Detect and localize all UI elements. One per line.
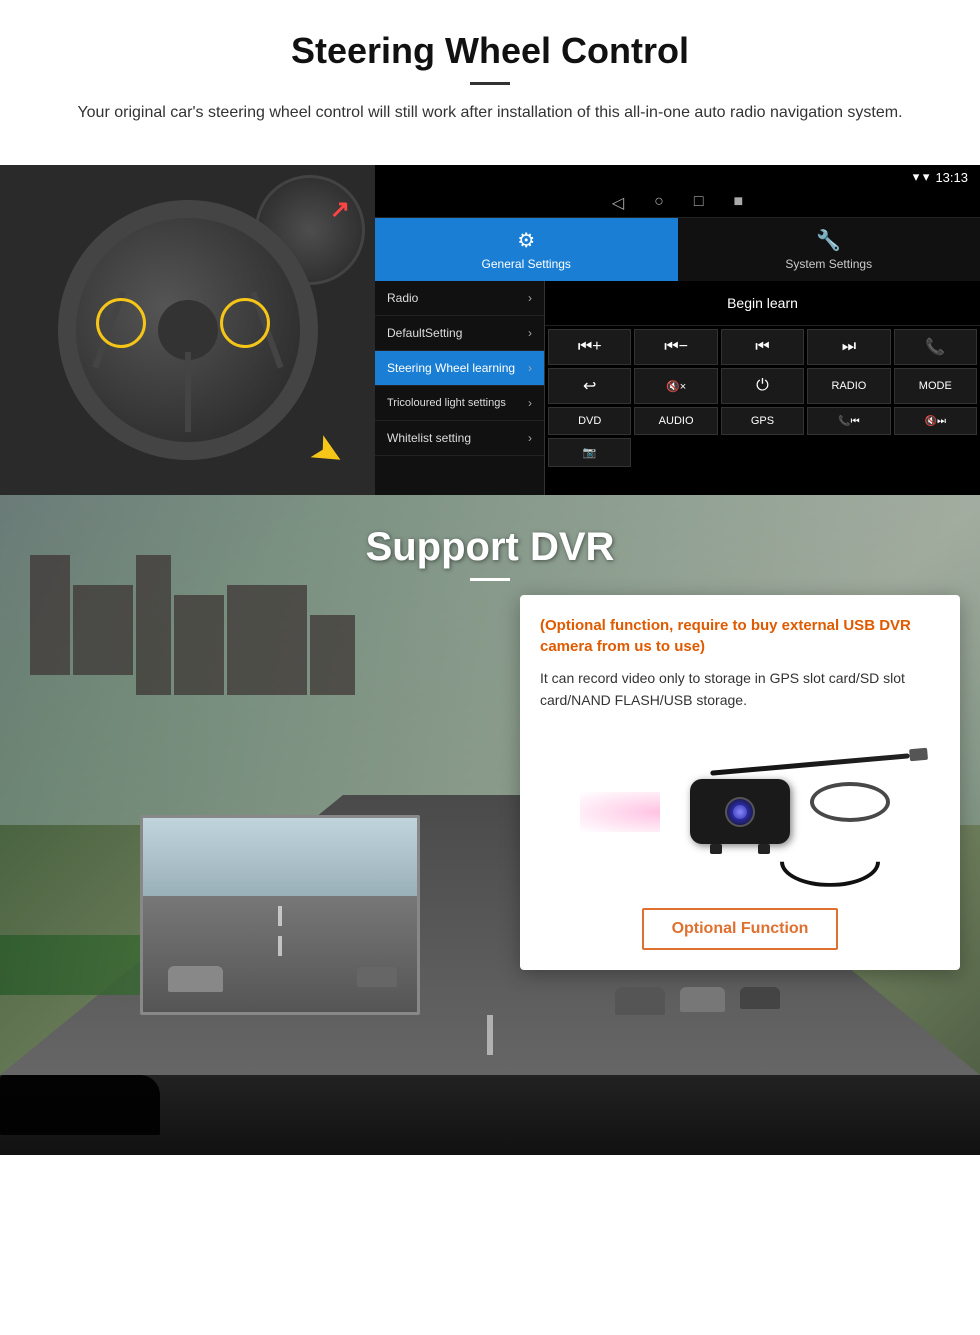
dvr-camera-visual	[580, 732, 900, 892]
dvr-screenshot	[140, 815, 420, 1015]
tab-system-settings[interactable]: 🔧 System Settings	[678, 218, 980, 281]
menu-tricolour-chevron: ›	[528, 396, 532, 410]
cable-coil	[780, 837, 880, 887]
settings-tabs: ⚙ General Settings 🔧 System Settings	[375, 218, 980, 281]
menu-tricolour-label: Tricoloured light settings	[387, 396, 506, 410]
building-silhouettes	[30, 555, 355, 695]
light-beam	[580, 792, 660, 832]
begin-learn-button[interactable]: Begin learn	[551, 287, 974, 319]
dvr-divider	[470, 578, 510, 581]
menu-item-radio[interactable]: Radio ›	[375, 281, 544, 316]
dvr-optional-text: (Optional function, require to buy exter…	[540, 615, 940, 657]
ctrl-radio[interactable]: RADIO	[807, 368, 890, 404]
title-divider	[470, 82, 510, 85]
dvr-camera-area	[540, 732, 940, 892]
menu-whitelist-chevron: ›	[528, 431, 532, 445]
camera-body	[690, 779, 790, 844]
dvr-info-panel: (Optional function, require to buy exter…	[520, 595, 960, 970]
dvr-road-bg	[143, 818, 417, 1012]
dvr-background: Support DVR	[0, 495, 980, 1155]
menu-whitelist-label: Whitelist setting	[387, 431, 471, 445]
menu-item-tricolour[interactable]: Tricoloured light settings ›	[375, 386, 544, 421]
menu-steering-label: Steering Wheel learning	[387, 361, 515, 375]
statusbar-icons: ▾ ▾	[913, 169, 930, 185]
menu-radio-label: Radio	[387, 291, 418, 305]
ctrl-gps[interactable]: GPS	[721, 407, 804, 435]
tab-system-label: System Settings	[785, 257, 872, 271]
menu-item-default[interactable]: DefaultSetting ›	[375, 316, 544, 351]
steering-image-area: ↗ ➤	[0, 165, 375, 495]
steering-section: Steering Wheel Control Your original car…	[0, 0, 980, 165]
spoke-bottom	[185, 352, 191, 432]
highlight-right	[220, 298, 270, 348]
foreground-car	[0, 1075, 160, 1135]
settings-right-panel: Begin learn ⏮+ ⏮− ⏮ ⏭ 📞 ↩ 🔇× ⏻ RADIO MOD…	[545, 281, 980, 495]
gauge-needle: ↗	[330, 195, 350, 224]
ctrl-call[interactable]: 📞	[894, 329, 977, 365]
system-settings-icon: 🔧	[816, 228, 841, 253]
nav-menu[interactable]: ■	[733, 193, 743, 213]
steering-ui-wrapper: ↗ ➤ ▾ ▾ 13:13 ◁ ○ □ ■	[0, 165, 980, 495]
menu-radio-chevron: ›	[528, 291, 532, 305]
ctrl-back[interactable]: ↩	[548, 368, 631, 404]
nav-back[interactable]: ◁	[612, 193, 624, 213]
statusbar-time: 13:13	[935, 170, 968, 185]
dvr-section: Support DVR	[0, 495, 980, 1155]
android-nav: ◁ ○ □ ■	[375, 189, 980, 218]
optional-btn-wrapper: Optional Function	[540, 908, 940, 950]
camera-lens	[725, 797, 755, 827]
cable-loop	[810, 782, 890, 822]
settings-menu: Radio › DefaultSetting › Steering Wheel …	[375, 281, 545, 495]
usb-cable	[710, 753, 910, 775]
ctrl-audio[interactable]: AUDIO	[634, 407, 717, 435]
steering-wheel	[58, 200, 318, 460]
menu-item-whitelist[interactable]: Whitelist setting ›	[375, 421, 544, 456]
tab-general-label: General Settings	[482, 257, 571, 271]
ctrl-camera[interactable]: 📷	[548, 438, 631, 467]
steering-title: Steering Wheel Control	[40, 30, 940, 72]
general-settings-icon: ⚙	[517, 228, 535, 253]
tab-general-settings[interactable]: ⚙ General Settings	[375, 218, 678, 281]
yellow-arrow: ➤	[302, 424, 354, 481]
ctrl-mute[interactable]: 🔇×	[634, 368, 717, 404]
nav-recents[interactable]: □	[694, 193, 704, 213]
menu-default-chevron: ›	[528, 326, 532, 340]
ctrl-vol-down[interactable]: ⏮−	[634, 329, 717, 365]
steering-description: Your original car's steering wheel contr…	[60, 101, 920, 125]
dvr-description: It can record video only to storage in G…	[540, 667, 940, 712]
ctrl-mode[interactable]: MODE	[894, 368, 977, 404]
menu-item-steering[interactable]: Steering Wheel learning ›	[375, 351, 544, 386]
begin-learn-row: Begin learn	[545, 281, 980, 326]
optional-function-button[interactable]: Optional Function	[642, 908, 839, 950]
ctrl-power[interactable]: ⏻	[721, 368, 804, 404]
android-statusbar: ▾ ▾ 13:13	[375, 165, 980, 189]
ctrl-dvd[interactable]: DVD	[548, 407, 631, 435]
nav-home[interactable]: ○	[654, 193, 664, 213]
settings-content: Radio › DefaultSetting › Steering Wheel …	[375, 281, 980, 495]
ctrl-mute-next[interactable]: 🔇⏭	[894, 407, 977, 435]
road-cars	[615, 987, 780, 1015]
control-buttons-grid: ⏮+ ⏮− ⏮ ⏭ 📞 ↩ 🔇× ⏻ RADIO MODE DVD AUDIO …	[545, 326, 980, 470]
ctrl-next[interactable]: ⏭	[807, 329, 890, 365]
ctrl-call-prev[interactable]: 📞⏮	[807, 407, 890, 435]
menu-default-label: DefaultSetting	[387, 326, 462, 340]
ctrl-vol-up[interactable]: ⏮+	[548, 329, 631, 365]
android-ui-panel: ▾ ▾ 13:13 ◁ ○ □ ■ ⚙ General Settings 🔧 S…	[375, 165, 980, 495]
highlight-left	[96, 298, 146, 348]
ctrl-prev[interactable]: ⏮	[721, 329, 804, 365]
menu-steering-chevron: ›	[528, 361, 532, 375]
